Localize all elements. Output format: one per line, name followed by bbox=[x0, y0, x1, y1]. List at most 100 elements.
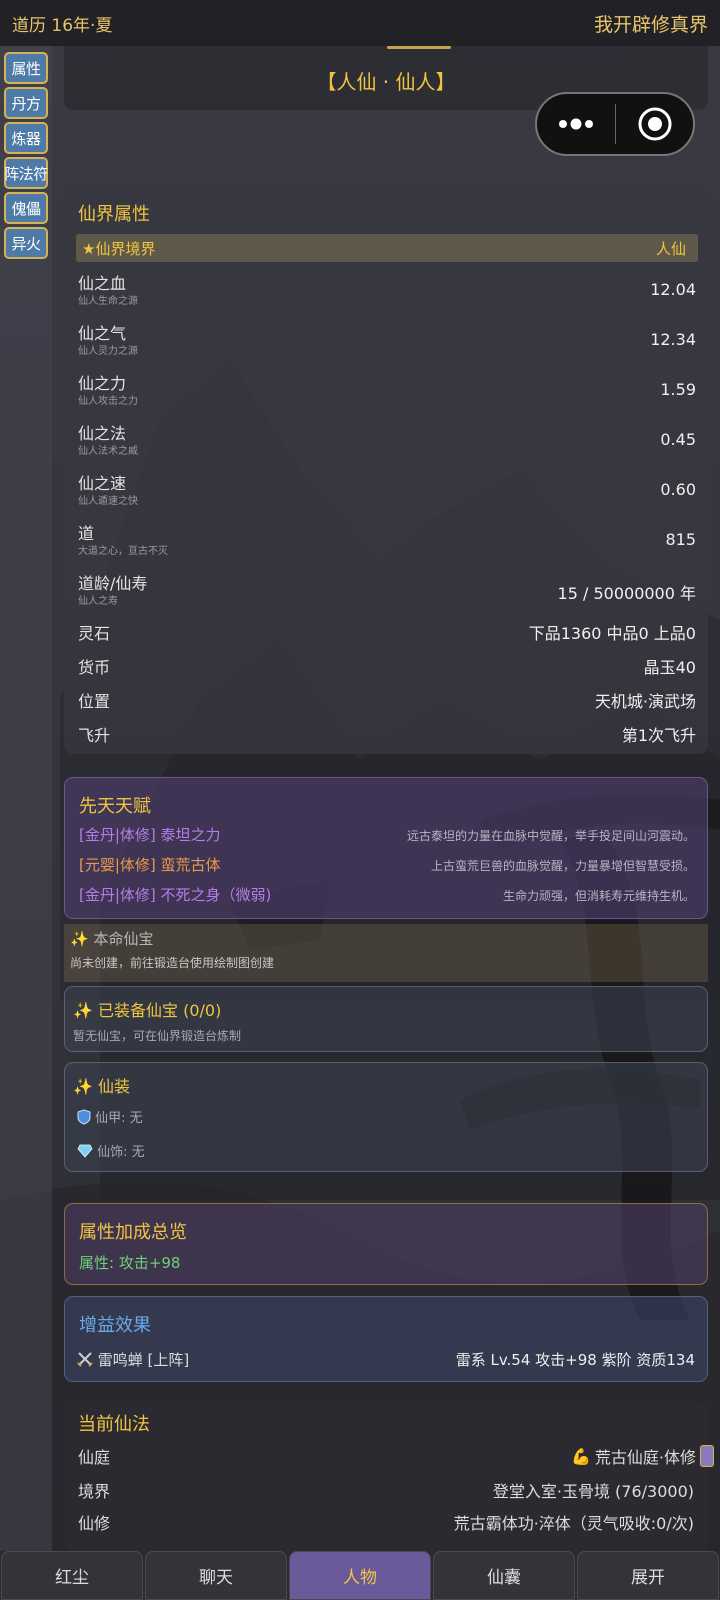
stat-name: 仙之速 bbox=[78, 474, 127, 493]
buffs-panel: 增益效果 雷鸣蝉 [上阵] 雷系 Lv.54 攻击+98 紫阶 资质134 bbox=[64, 1296, 708, 1382]
ornament-row[interactable]: 仙饰: 无 bbox=[77, 1141, 145, 1162]
talent-desc: 生命力顽强，但消耗寿元维持生机。 bbox=[502, 889, 695, 903]
bottom-nav: 红尘 聊天 人物 仙囊 展开 bbox=[0, 1551, 720, 1600]
muscle-icon: 💪 bbox=[570, 1446, 591, 1466]
stat-value: 15 / 50000000 年 bbox=[557, 584, 696, 603]
stat-name: 道龄/仙寿 bbox=[78, 574, 148, 593]
diamond-icon bbox=[77, 1144, 93, 1162]
natal-treasure-section: ✨ 本命仙宝 尚未创建，前往锻造台使用绘制图创建 bbox=[64, 924, 708, 982]
row-value: 第1次飞升 bbox=[621, 726, 696, 745]
stat-dao: 道 大道之心，亘古不灭 815 bbox=[78, 520, 696, 560]
stat-qi: 仙之气 仙人灵力之源 12.34 bbox=[78, 320, 696, 360]
shield-icon bbox=[77, 1108, 91, 1129]
spell-row-value: 登堂入室·玉骨境 (76/3000) bbox=[492, 1482, 694, 1501]
tab-character[interactable]: 人物 bbox=[289, 1551, 431, 1600]
stat-sub: 仙人攻击之力 bbox=[78, 396, 138, 407]
equipped-treasures-title: 已装备仙宝 (0/0) bbox=[98, 1001, 222, 1020]
talent-item: [金丹|体修] 泰坦之力 远古泰坦的力量在血脉中觉醒，举手投足间山河震动。 bbox=[79, 824, 695, 846]
main-content: 【人仙 · 仙人】 仙界属性 ★仙界境界 人仙 仙之血 仙人生命之源 12.04… bbox=[52, 46, 720, 1551]
row-spirit-stones: 灵石 下品1360 中品0 上品0 bbox=[78, 620, 696, 644]
side-nav-puppets[interactable]: 傀儡 bbox=[4, 192, 48, 224]
pet-name: 雷鸣蝉 [上阵] bbox=[97, 1351, 190, 1369]
bonus-overview-panel: 属性加成总览 属性: 攻击+98 bbox=[64, 1203, 708, 1285]
side-nav: 属性 丹方 炼器 阵法符 傀儡 异火 bbox=[0, 46, 52, 1551]
spell-row-value: 💪 荒古仙庭·体修 bbox=[571, 1444, 714, 1468]
outfit-header: ✨ 仙装 bbox=[73, 1073, 130, 1097]
tab-inventory[interactable]: 仙囊 bbox=[433, 1551, 575, 1600]
stat-blood: 仙之血 仙人生命之源 12.04 bbox=[78, 270, 696, 310]
stat-value: 0.60 bbox=[660, 480, 696, 499]
equipped-treasures-header: ✨ 已装备仙宝 (0/0) bbox=[73, 997, 221, 1021]
miniprogram-capsule bbox=[535, 92, 695, 156]
side-nav-attributes[interactable]: 属性 bbox=[4, 52, 48, 84]
row-name: 位置 bbox=[78, 692, 111, 711]
tab-expand[interactable]: 展开 bbox=[577, 1551, 719, 1600]
immortal-outfit-panel: ✨ 仙装 仙甲: 无 仙饰: 无 bbox=[64, 1062, 708, 1172]
realm-label: ★仙界境界 bbox=[82, 239, 156, 258]
row-value: 天机城·演武场 bbox=[594, 692, 696, 711]
outfit-title: 仙装 bbox=[98, 1077, 131, 1096]
talent-item: [金丹|体修] 不死之身（微弱) 生命力顽强，但消耗寿元维持生机。 bbox=[79, 884, 695, 906]
top-bar: 道历 16年·夏 我开辟修真界 bbox=[0, 0, 720, 46]
stat-sub: 仙人法术之威 bbox=[78, 446, 138, 457]
row-value: 晶玉40 bbox=[643, 658, 696, 677]
sect-tag-button[interactable] bbox=[700, 1445, 714, 1467]
talent-name: [元婴|体修] 蛮荒古体 bbox=[79, 856, 221, 874]
bonus-title: 属性加成总览 bbox=[79, 1222, 187, 1243]
natal-treasure-desc: 尚未创建，前往锻造台使用绘制图创建 bbox=[70, 956, 275, 970]
close-target-icon[interactable] bbox=[616, 94, 693, 154]
sect-name: 荒古仙庭·体修 bbox=[594, 1448, 696, 1467]
bonus-text: 属性: 攻击+98 bbox=[79, 1254, 181, 1272]
tab-world[interactable]: 红尘 bbox=[1, 1551, 143, 1600]
stat-name: 道 bbox=[78, 524, 95, 543]
equipped-treasures-desc: 暂无仙宝，可在仙界锻造台炼制 bbox=[73, 1029, 242, 1043]
stat-sub: 仙人灵力之源 bbox=[78, 346, 138, 357]
stat-sub: 大道之心，亘古不灭 bbox=[78, 546, 168, 557]
row-name: 灵石 bbox=[78, 624, 111, 643]
calendar-era: 道历 16年·夏 bbox=[12, 15, 113, 36]
natal-treasure-title: 本命仙宝 bbox=[93, 930, 154, 948]
stat-value: 12.34 bbox=[650, 330, 696, 349]
armor-row[interactable]: 仙甲: 无 bbox=[77, 1107, 143, 1129]
talents-title: 先天天赋 bbox=[79, 796, 151, 817]
stat-lifespan: 道龄/仙寿 仙人之寿 15 / 50000000 年 bbox=[78, 570, 696, 610]
equipped-treasures-panel: ✨ 已装备仙宝 (0/0) 暂无仙宝，可在仙界锻造台炼制 bbox=[64, 986, 708, 1052]
stat-name: 仙之力 bbox=[78, 374, 127, 393]
ornament-label: 仙饰: 无 bbox=[97, 1145, 145, 1160]
tab-chat[interactable]: 聊天 bbox=[145, 1551, 287, 1600]
row-value: 下品1360 中品0 上品0 bbox=[528, 624, 696, 643]
side-nav-strange-fire[interactable]: 异火 bbox=[4, 227, 48, 259]
pet-info: 雷系 Lv.54 攻击+98 紫阶 资质134 bbox=[455, 1351, 695, 1369]
stat-power: 仙之力 仙人攻击之力 1.59 bbox=[78, 370, 696, 410]
talent-item: [元婴|体修] 蛮荒古体 上古蛮荒巨兽的血脉觉醒，力量暴增但智慧受损。 bbox=[79, 854, 695, 876]
sparkle-icon: ✨ bbox=[70, 930, 89, 948]
more-options-icon[interactable] bbox=[537, 94, 615, 154]
side-nav-forging[interactable]: 炼器 bbox=[4, 122, 48, 154]
sparkle-icon: ✨ bbox=[73, 1077, 93, 1096]
crossed-swords-icon bbox=[77, 1351, 93, 1371]
pet-row[interactable]: 雷鸣蝉 [上阵] bbox=[77, 1349, 189, 1371]
stat-sub: 仙人遁速之快 bbox=[78, 496, 138, 507]
side-nav-recipes[interactable]: 丹方 bbox=[4, 87, 48, 119]
stat-name: 仙之法 bbox=[78, 424, 127, 443]
realm-value: 人仙 bbox=[655, 239, 686, 258]
stat-name: 仙之血 bbox=[78, 274, 127, 293]
stat-speed: 仙之速 仙人遁速之快 0.60 bbox=[78, 470, 696, 510]
stat-value: 815 bbox=[665, 530, 696, 549]
realm-row: ★仙界境界 人仙 bbox=[76, 234, 698, 262]
row-name: 货币 bbox=[78, 658, 111, 677]
talent-name: [金丹|体修] 泰坦之力 bbox=[79, 826, 221, 844]
side-nav-formations[interactable]: 阵法符 bbox=[4, 157, 48, 189]
innate-talents-panel: 先天天赋 [金丹|体修] 泰坦之力 远古泰坦的力量在血脉中觉醒，举手投足间山河震… bbox=[64, 777, 708, 919]
stat-value: 0.45 bbox=[660, 430, 696, 449]
spell-row-name: 仙修 bbox=[78, 1514, 111, 1533]
sparkle-icon: ✨ bbox=[73, 1001, 93, 1020]
realm-banner: 【人仙 · 仙人】 bbox=[316, 70, 456, 94]
natal-treasure-header: ✨ 本命仙宝 bbox=[70, 928, 153, 949]
attributes-title: 仙界属性 bbox=[78, 204, 150, 225]
stat-value: 12.04 bbox=[650, 280, 696, 299]
current-spell-panel: 当前仙法 仙庭 💪 荒古仙庭·体修 境界 登堂入室·玉骨境 (76/3000) … bbox=[64, 1402, 714, 1551]
stat-name: 仙之气 bbox=[78, 324, 127, 343]
spell-row-name: 仙庭 bbox=[78, 1448, 111, 1467]
spell-row-name: 境界 bbox=[78, 1482, 111, 1501]
